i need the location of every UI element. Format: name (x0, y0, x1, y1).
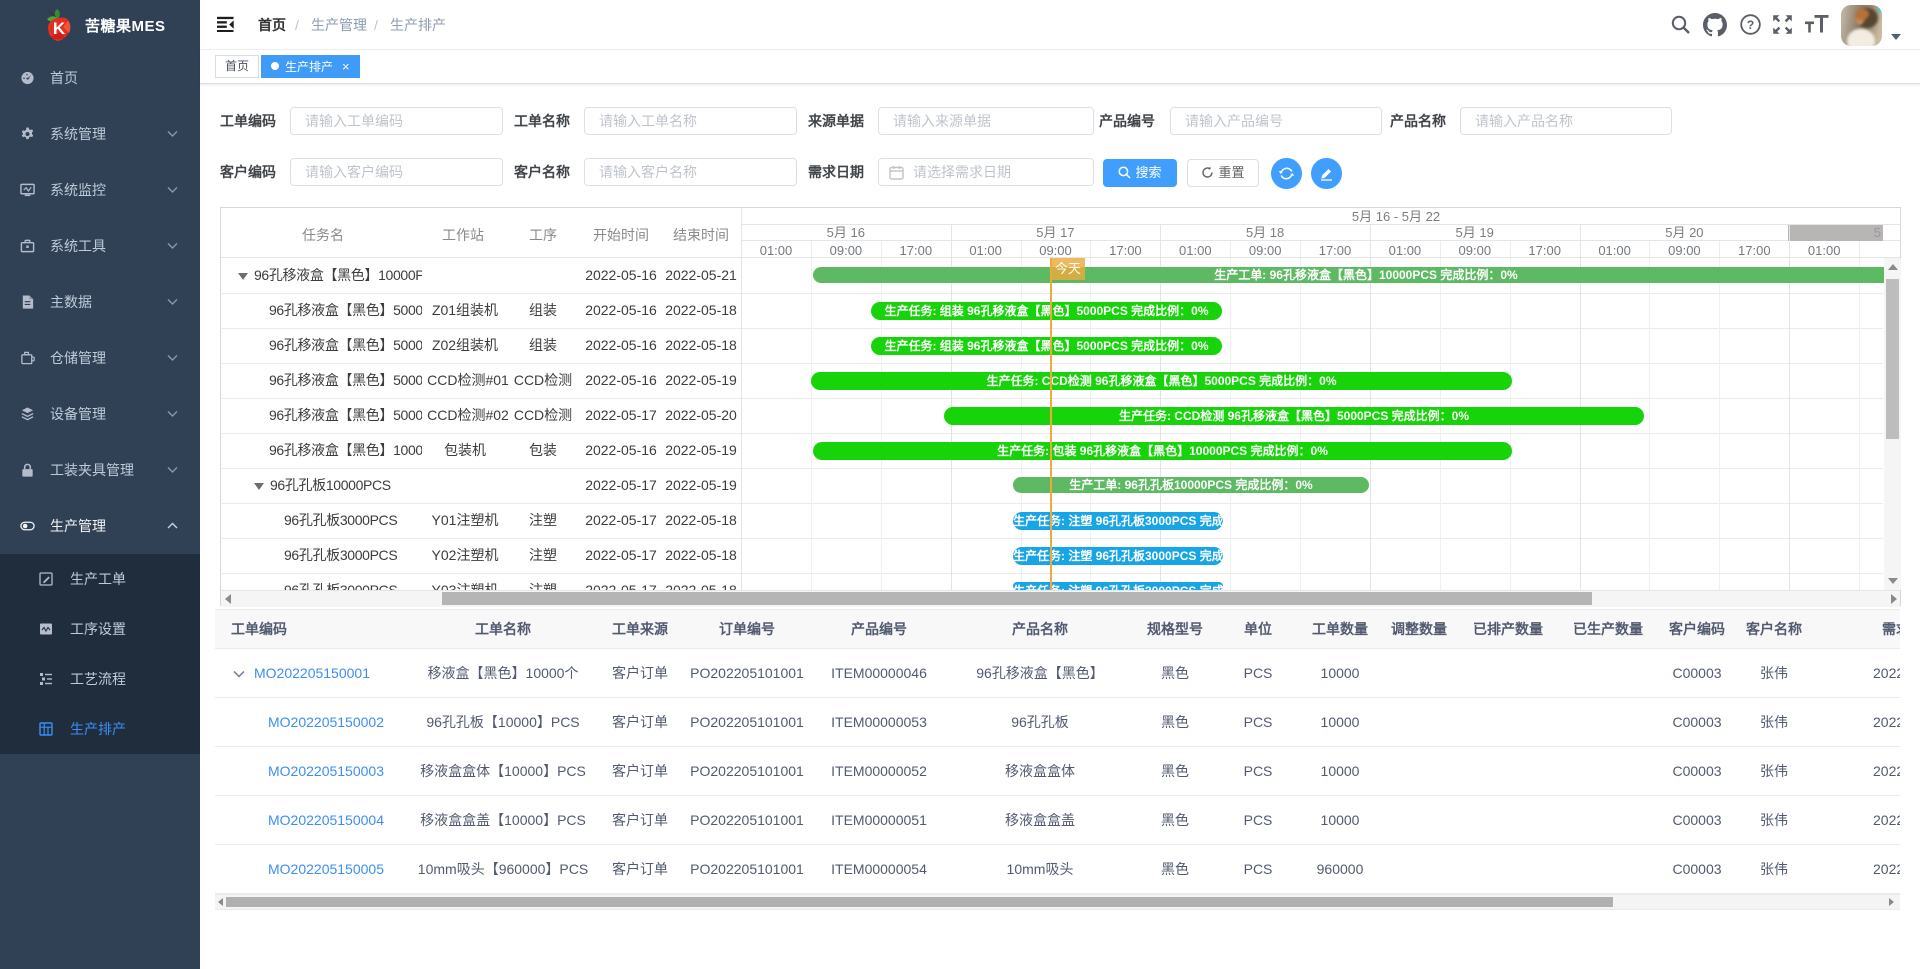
svg-text:?: ? (1747, 18, 1754, 32)
svg-text:K: K (53, 19, 66, 38)
